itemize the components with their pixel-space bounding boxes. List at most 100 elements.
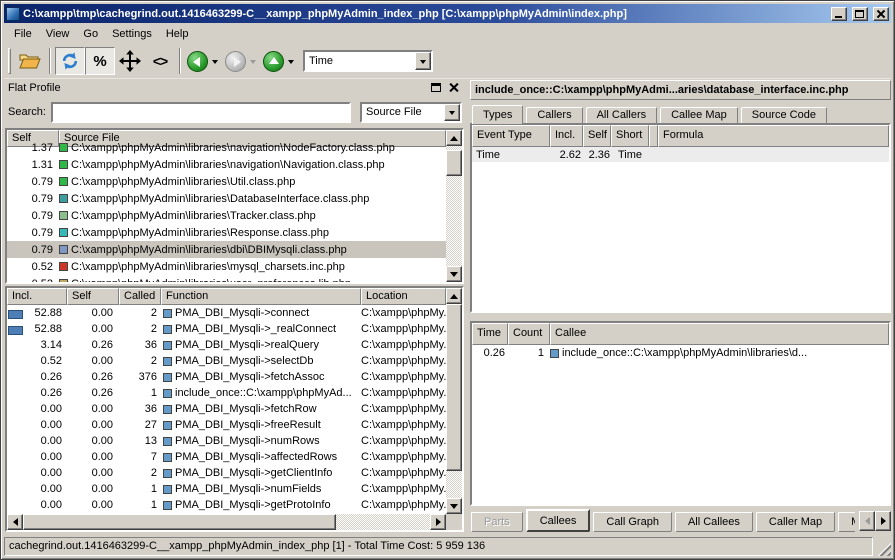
scroll-up-button[interactable] bbox=[446, 288, 462, 304]
function-row[interactable]: 0.00 0.00 7 PMA_DBI_Mysqli->affectedRows… bbox=[7, 449, 446, 465]
detail-tab[interactable]: Types bbox=[472, 105, 523, 124]
function-row[interactable]: 52.88 0.00 2 PMA_DBI_Mysqli->connect C:\… bbox=[7, 305, 446, 321]
column-header-called[interactable]: Called bbox=[119, 288, 161, 305]
dock-float-button[interactable] bbox=[429, 81, 444, 95]
callee-row[interactable]: 0.26 1 include_once::C:\xampp\phpMyAdmin… bbox=[472, 345, 889, 361]
column-header-callee[interactable]: Callee bbox=[550, 323, 889, 345]
function-row[interactable]: 0.00 0.00 1 PMA_DBI_Mysqli->numFields C:… bbox=[7, 481, 446, 497]
column-header-event-type[interactable]: Event Type bbox=[472, 125, 550, 147]
column-header-self[interactable]: Self bbox=[583, 125, 611, 147]
dock-title-bar[interactable]: Flat Profile bbox=[5, 79, 464, 97]
menu-view[interactable]: View bbox=[39, 25, 77, 43]
function-row[interactable]: 0.00 0.00 2 PMA_DBI_Mysqli->getClientInf… bbox=[7, 465, 446, 481]
event-type-combo[interactable]: Time bbox=[303, 50, 433, 72]
source-file-row[interactable]: 1.31 C:\xampp\phpMyAdmin\libraries\navig… bbox=[7, 156, 446, 173]
search-input[interactable] bbox=[51, 102, 351, 123]
bottom-tab[interactable]: Parts bbox=[471, 512, 523, 532]
maximize-button[interactable] bbox=[852, 7, 868, 21]
bottom-tab[interactable]: Caller Map bbox=[756, 512, 835, 532]
scroll-down-icon bbox=[450, 504, 458, 513]
title-bar[interactable]: C:\xampp\tmp\cachegrind.out.1416463299-C… bbox=[4, 4, 891, 23]
function-icon bbox=[163, 421, 172, 430]
function-row[interactable]: 52.88 0.00 2 PMA_DBI_Mysqli->_realConnec… bbox=[7, 321, 446, 337]
types-table: Event Type Incl. Self Short Formula Time… bbox=[470, 123, 891, 313]
float-icon bbox=[431, 83, 441, 92]
scrollbar-thumb[interactable] bbox=[23, 514, 336, 530]
function-row[interactable]: 0.26 0.26 376 PMA_DBI_Mysqli->fetchAssoc… bbox=[7, 369, 446, 385]
event-type-row[interactable]: Time 2.62 2.36 Time bbox=[472, 147, 889, 162]
minimize-button[interactable] bbox=[831, 7, 847, 21]
column-header-incl[interactable]: Incl. bbox=[550, 125, 583, 147]
scrollbar-corner bbox=[446, 514, 462, 530]
source-file-row[interactable]: 0.79 C:\xampp\phpMyAdmin\libraries\Util.… bbox=[7, 173, 446, 190]
scroll-right-button[interactable] bbox=[430, 514, 446, 530]
sidebar-resize-button[interactable]: <> bbox=[145, 47, 175, 75]
scrollbar-thumb[interactable] bbox=[446, 304, 462, 471]
scroll-down-button[interactable] bbox=[446, 498, 462, 514]
self-cost-cell: 0.79 bbox=[7, 176, 59, 188]
scrollbar-track[interactable] bbox=[23, 514, 430, 530]
detail-tab[interactable]: All Callers bbox=[586, 107, 658, 123]
source-file-row[interactable]: 0.79 C:\xampp\phpMyAdmin\libraries\Datab… bbox=[7, 190, 446, 207]
source-file-row[interactable]: 0.52 C:\xampp\phpMyAdmin\libraries\user_… bbox=[7, 275, 446, 282]
bottom-tab[interactable]: Call Graph bbox=[593, 512, 672, 532]
column-header-function[interactable]: Function bbox=[161, 288, 361, 305]
detail-tab[interactable]: Source Code bbox=[741, 107, 827, 123]
menu-file[interactable]: File bbox=[7, 25, 39, 43]
scroll-up-button[interactable] bbox=[446, 130, 462, 146]
open-button[interactable] bbox=[15, 47, 45, 75]
function-row[interactable]: 0.00 0.00 1 PMA_DBI_Mysqli->getProtoInfo… bbox=[7, 497, 446, 513]
detail-tab[interactable]: Callee Map bbox=[660, 107, 738, 123]
column-header-short[interactable]: Short bbox=[611, 125, 649, 147]
scrollbar-track[interactable] bbox=[446, 146, 462, 266]
combo-dropdown-button[interactable] bbox=[444, 104, 460, 121]
function-row[interactable]: 0.00 0.00 27 PMA_DBI_Mysqli->freeResult … bbox=[7, 417, 446, 433]
up-button[interactable] bbox=[261, 47, 285, 75]
menu-go[interactable]: Go bbox=[76, 25, 105, 43]
tab-scroll-right-button[interactable] bbox=[875, 511, 891, 531]
source-file-row[interactable]: 1.37 C:\xampp\phpMyAdmin\libraries\navig… bbox=[7, 139, 446, 156]
function-row[interactable]: 0.26 0.26 1 include_once::C:\xampp\phpMy… bbox=[7, 385, 446, 401]
toolbar-handle[interactable] bbox=[8, 48, 11, 74]
bottom-tab[interactable]: Machine bbox=[838, 512, 855, 532]
source-file-row[interactable]: 0.79 C:\xampp\phpMyAdmin\libraries\Respo… bbox=[7, 224, 446, 241]
source-file-row[interactable]: 0.79 C:\xampp\phpMyAdmin\libraries\Track… bbox=[7, 207, 446, 224]
menu-help[interactable]: Help bbox=[159, 25, 196, 43]
scroll-left-button[interactable] bbox=[7, 514, 23, 530]
self-cost-cell: 0.52 bbox=[7, 278, 59, 283]
column-header-formula[interactable]: Formula bbox=[658, 125, 889, 147]
reload-button[interactable] bbox=[55, 47, 85, 75]
called-count-cell: 2 bbox=[119, 355, 161, 367]
function-row[interactable]: 3.14 0.26 36 PMA_DBI_Mysqli->realQuery C… bbox=[7, 337, 446, 353]
scrollbar-thumb[interactable] bbox=[446, 150, 462, 176]
up-dropdown-button[interactable] bbox=[285, 48, 297, 74]
column-header-time[interactable]: Time bbox=[472, 323, 508, 345]
detail-tab[interactable]: Callers bbox=[526, 107, 582, 123]
column-header-count[interactable]: Count bbox=[508, 323, 550, 345]
column-header-self[interactable]: Self bbox=[67, 288, 119, 305]
column-header-incl[interactable]: Incl. bbox=[7, 288, 67, 305]
scrollbar-track[interactable] bbox=[446, 304, 462, 498]
function-row[interactable]: 0.52 0.00 2 PMA_DBI_Mysqli->selectDb C:\… bbox=[7, 353, 446, 369]
source-file-row[interactable]: 0.52 C:\xampp\phpMyAdmin\libraries\mysql… bbox=[7, 258, 446, 275]
back-dropdown-button[interactable] bbox=[209, 48, 221, 74]
close-button[interactable] bbox=[873, 7, 889, 21]
group-by-combo[interactable]: Source File bbox=[360, 102, 462, 123]
percent-toggle-button[interactable]: % bbox=[85, 47, 115, 75]
dock-layout-button[interactable] bbox=[115, 47, 145, 75]
called-count-cell: 7 bbox=[119, 451, 161, 463]
scroll-down-button[interactable] bbox=[446, 266, 462, 282]
bottom-tab[interactable]: All Callees bbox=[675, 512, 753, 532]
function-row[interactable]: 0.00 0.00 13 PMA_DBI_Mysqli->numRows C:\… bbox=[7, 433, 446, 449]
dock-close-button[interactable] bbox=[446, 81, 461, 95]
scroll-left-icon bbox=[861, 517, 870, 525]
back-button[interactable] bbox=[185, 47, 209, 75]
column-header-location[interactable]: Location bbox=[361, 288, 446, 305]
function-row[interactable]: 0.00 0.00 36 PMA_DBI_Mysqli->fetchRow C:… bbox=[7, 401, 446, 417]
bottom-tab-bar: PartsCalleesCall GraphAll CalleesCaller … bbox=[470, 509, 855, 532]
source-file-row[interactable]: 0.79 C:\xampp\phpMyAdmin\libraries\dbi\D… bbox=[7, 241, 446, 258]
bottom-tab[interactable]: Callees bbox=[526, 509, 591, 532]
menu-settings[interactable]: Settings bbox=[105, 25, 159, 43]
resize-grip[interactable] bbox=[876, 541, 891, 556]
combo-dropdown-button[interactable] bbox=[415, 52, 431, 70]
